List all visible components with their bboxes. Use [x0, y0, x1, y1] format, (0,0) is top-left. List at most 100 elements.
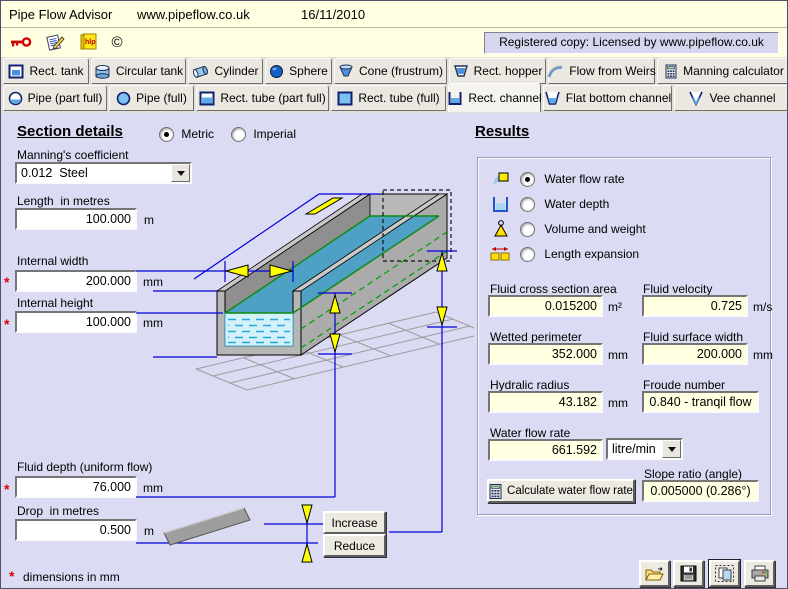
volume-weight-icon — [492, 219, 510, 241]
save-button[interactable] — [673, 560, 704, 587]
drop-label: Drop in metres — [17, 504, 100, 518]
rect-tank-icon — [8, 64, 24, 78]
tab-vee-channel[interactable]: Vee channel — [674, 85, 787, 111]
slope-ratio-field: 0.005000 (0.286°) — [642, 480, 759, 502]
chevron-down-icon — [667, 446, 676, 452]
tab-cylinder[interactable]: Cylinder — [188, 58, 263, 84]
tab-cone-frustrum[interactable]: Cone (frustrum) — [334, 58, 447, 84]
length-expansion-radio[interactable]: Length expansion — [520, 247, 639, 263]
volume-weight-radio-circle[interactable] — [520, 222, 535, 238]
slope-ratio-label: Slope ratio (angle) — [644, 467, 743, 481]
printer-icon — [751, 565, 768, 582]
tab-circular-tank[interactable]: Circular tank — [91, 58, 186, 84]
flow-unit-select[interactable]: litre/min — [606, 438, 683, 460]
fluid-depth-required-mark: * — [4, 481, 10, 497]
froude-number-field: 0.840 - tranqil flow — [642, 391, 759, 413]
cross-section-area-field: 0.015200 — [488, 295, 603, 317]
flow-rate-icon — [491, 171, 510, 191]
drop-input[interactable]: 0.500 — [15, 519, 137, 541]
water-flow-rate-label: Water flow rate — [490, 426, 571, 440]
tab-row-1: Rect. tank Circular tank Cylinder Sphere… — [3, 58, 787, 84]
froude-number-label: Froude number — [643, 378, 726, 392]
tab-strip: Rect. tank Circular tank Cylinder Sphere… — [1, 57, 787, 113]
tab-row-2: Pipe (part full) Pipe (full) Rect. tube … — [3, 83, 787, 112]
app-website: www.pipeflow.co.uk — [137, 7, 250, 22]
rect-tube-part-full-icon — [199, 91, 215, 105]
manning-label: Manning's coefficient — [17, 148, 129, 162]
hydraulic-radius-unit: mm — [608, 396, 628, 410]
tab-pipe-part-full[interactable]: Pipe (part full) — [3, 85, 107, 111]
rect-tube-full-icon — [337, 91, 353, 105]
vee-channel-icon — [689, 91, 704, 106]
wetted-perimeter-field: 352.000 — [488, 343, 603, 365]
fluid-depth-label: Fluid depth (uniform flow) — [17, 460, 153, 474]
register-icon[interactable] — [43, 31, 67, 53]
toolbar: hlp © Registered copy: Licensed by www.p… — [1, 28, 787, 58]
internal-height-input[interactable]: 100.000 — [15, 311, 137, 333]
print-button[interactable] — [744, 560, 775, 587]
water-depth-radio[interactable]: Water depth — [520, 197, 609, 213]
fluid-surface-width-label: Fluid surface width — [643, 330, 744, 344]
internal-width-label: Internal width — [17, 254, 89, 268]
length-input[interactable]: 100.000 — [15, 208, 137, 230]
tab-manning-calculator[interactable]: Manning calculator — [657, 58, 787, 84]
hopper-icon — [453, 64, 468, 77]
water-flow-rate-field: 661.592 — [488, 439, 603, 461]
water-depth-radio-circle[interactable] — [520, 197, 535, 213]
water-flow-rate-radio-circle[interactable] — [520, 172, 535, 188]
internal-height-required-mark: * — [4, 316, 10, 332]
drop-slab — [163, 507, 251, 546]
water-depth-icon — [491, 196, 510, 216]
fluid-depth-input[interactable]: 76.000 — [15, 476, 137, 498]
hydraulic-radius-label: Hydralic radius — [490, 378, 570, 392]
title-bar: Pipe Flow Advisor www.pipeflow.co.uk 16/… — [1, 1, 787, 28]
reduce-button[interactable]: Reduce — [323, 534, 386, 557]
pipe-full-icon — [116, 91, 131, 105]
cross-section-area-label: Fluid cross section area — [490, 282, 617, 296]
copy-button[interactable] — [708, 559, 741, 588]
calculator-icon — [665, 64, 677, 78]
cross-section-area-unit: m² — [608, 300, 622, 314]
results-heading: Results — [475, 123, 530, 140]
tab-rect-tube-full[interactable]: Rect. tube (full) — [331, 85, 446, 111]
wetted-perimeter-unit: mm — [608, 348, 628, 362]
internal-width-input[interactable]: 200.000 — [15, 270, 137, 292]
tab-rect-tank[interactable]: Rect. tank — [3, 58, 89, 84]
app-title: Pipe Flow Advisor — [9, 7, 113, 22]
key-icon[interactable] — [9, 31, 33, 53]
pipe-part-full-icon — [8, 91, 22, 105]
water-flow-rate-radio[interactable]: Water flow rate — [520, 172, 625, 188]
fluid-velocity-field: 0.725 — [642, 295, 748, 317]
tab-flow-from-weirs[interactable]: Flow from Weirs — [547, 58, 656, 84]
wetted-perimeter-label: Wetted perimeter — [490, 330, 582, 344]
footnote-mark: * — [9, 568, 15, 584]
flow-unit-value: litre/min — [612, 442, 656, 456]
fluid-velocity-unit: m/s — [753, 300, 773, 314]
calculate-water-flow-rate-button[interactable]: Calculate water flow rate — [487, 479, 635, 503]
open-button[interactable] — [639, 560, 670, 587]
flow-unit-dropdown-button[interactable] — [662, 440, 681, 458]
length-label: Length in metres — [17, 194, 110, 208]
copyright-icon[interactable]: © — [105, 31, 129, 53]
help-icon[interactable]: hlp — [77, 31, 101, 53]
volume-weight-radio[interactable]: Volume and weight — [520, 222, 646, 238]
rect-channel-icon — [448, 91, 462, 105]
copy-pages-icon — [715, 565, 734, 582]
increase-button[interactable]: Increase — [323, 511, 386, 534]
fluid-surface-width-field: 200.000 — [642, 343, 748, 365]
tab-flat-bottom-channel[interactable]: Flat bottom channel — [543, 85, 672, 111]
registered-notice: Registered copy: Licensed by www.pipeflo… — [484, 32, 779, 54]
calculator-icon — [489, 483, 502, 499]
weir-icon — [547, 65, 563, 77]
tab-sphere[interactable]: Sphere — [265, 58, 332, 84]
cone-icon — [339, 64, 353, 76]
section-details-heading: Section details — [17, 123, 123, 140]
tab-rect-tube-part-full[interactable]: Rect. tube (part full) — [196, 85, 329, 111]
water-cross-section — [224, 312, 294, 347]
tab-rect-hopper[interactable]: Rect. hopper — [449, 58, 546, 84]
circular-tank-icon — [95, 64, 110, 79]
tab-rect-channel[interactable]: Rect. channel — [448, 83, 542, 112]
tab-pipe-full[interactable]: Pipe (full) — [109, 85, 194, 111]
length-expansion-radio-circle[interactable] — [520, 247, 535, 263]
footnote-text: dimensions in mm — [23, 570, 120, 584]
